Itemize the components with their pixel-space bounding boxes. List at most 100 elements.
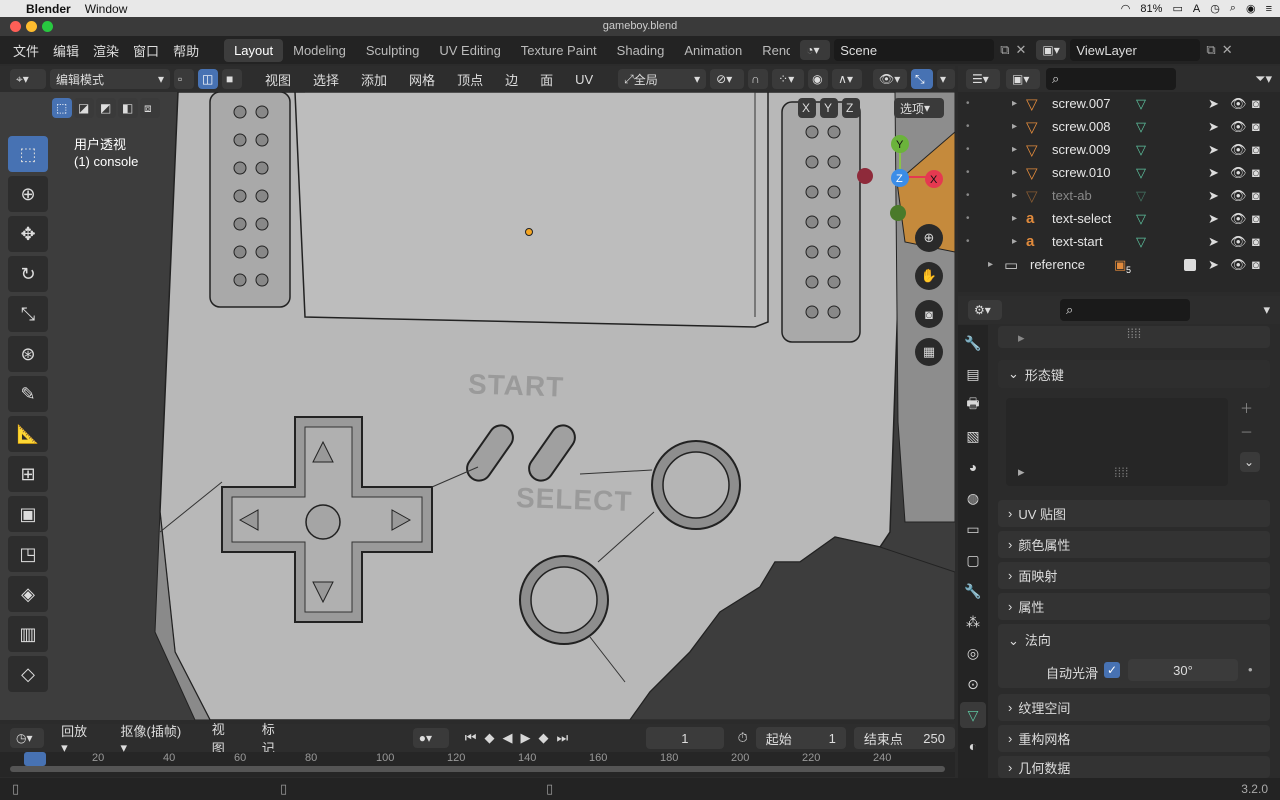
bevel-icon[interactable]: ◈ xyxy=(8,576,48,612)
menu-mesh[interactable]: 网格 xyxy=(400,70,444,89)
clock-icon[interactable]: ◷ xyxy=(1210,2,1220,15)
data-icon[interactable]: ▽ xyxy=(1136,165,1146,181)
eye-icon[interactable]: 👁 xyxy=(1230,257,1247,273)
scene-tab-icon[interactable]: ◕ xyxy=(960,454,986,480)
rotate-icon[interactable]: ↻ xyxy=(8,256,48,292)
tab-layout[interactable]: Layout xyxy=(224,38,284,62)
transform-icon[interactable]: ⊛ xyxy=(8,336,48,372)
minimize-window-button[interactable] xyxy=(26,21,37,32)
remove-shape-key-icon[interactable]: － xyxy=(1240,422,1253,441)
scene-field[interactable]: Scene xyxy=(834,39,995,61)
viewlayer-copy-icon[interactable]: ⧉ xyxy=(1206,42,1215,58)
select-extend-icon[interactable]: ◪ xyxy=(74,98,94,118)
navigation-gizmo[interactable]: Y X Z xyxy=(855,132,945,222)
jump-start-icon[interactable]: ⏮ xyxy=(465,730,477,746)
play-icon[interactable]: ▸ xyxy=(1018,464,1025,480)
close-window-button[interactable] xyxy=(10,21,21,32)
display-mode-icon[interactable]: ▣▾ xyxy=(1006,69,1040,89)
outliner-row[interactable]: • ▸ ▽ screw.010 ▽ ➤ 👁 ◙ xyxy=(958,161,1280,184)
wifi-icon[interactable]: ◠ xyxy=(1121,2,1131,15)
menu-render[interactable]: 渲染 xyxy=(86,41,126,60)
edge-select-icon[interactable]: ◫ xyxy=(198,69,218,89)
menu-vertex[interactable]: 顶点 xyxy=(448,70,492,89)
outliner-row[interactable]: • ▸ a text-select ▽ ➤ 👁 ◙ xyxy=(958,207,1280,230)
outliner-editor-icon[interactable]: ☰▾ xyxy=(966,69,1000,89)
end-frame-field[interactable]: 结束点 250 xyxy=(853,727,955,749)
knife-icon[interactable]: ◇ xyxy=(8,656,48,692)
data-icon[interactable]: ▽ xyxy=(1136,234,1146,250)
select-arrow-icon[interactable]: ➤ xyxy=(1208,142,1219,158)
chevron-down-icon[interactable]: ⌄ xyxy=(1008,633,1019,648)
expand-icon[interactable]: ▸ xyxy=(1012,121,1017,132)
grid-view-icon[interactable]: ▦ xyxy=(915,338,943,366)
menu-uv[interactable]: UV xyxy=(566,72,602,87)
select-box-icon[interactable]: ⬚ xyxy=(8,136,48,172)
vertex-select-icon[interactable]: ▫ xyxy=(174,69,194,89)
playback-menu[interactable]: 回放 ▾ xyxy=(52,721,103,756)
uv-maps-panel[interactable]: › UV 贴图 xyxy=(998,500,1270,527)
normals-title[interactable]: 法向 xyxy=(1025,633,1051,648)
current-frame-field[interactable]: 1 xyxy=(646,727,724,749)
shape-key-menu-icon[interactable]: ⌄ xyxy=(1240,452,1260,472)
keyframe-dot-icon[interactable]: • xyxy=(1248,662,1253,677)
visibility-icon[interactable]: 👁▾ xyxy=(873,69,907,89)
viewlayer-field[interactable]: ViewLayer xyxy=(1070,39,1201,61)
siri-icon[interactable]: ◉ xyxy=(1246,2,1256,15)
expand-icon[interactable]: ▸ xyxy=(1012,213,1017,224)
attributes-panel[interactable]: › 属性 xyxy=(998,593,1270,620)
eye-icon[interactable]: 👁 xyxy=(1230,96,1247,112)
prev-keyframe-icon[interactable]: ◆ xyxy=(484,730,494,746)
scene-close-icon[interactable]: ✕ xyxy=(1016,42,1027,58)
face-maps-panel[interactable]: › 面映射 xyxy=(998,562,1270,589)
material-tab-icon[interactable]: ◐ xyxy=(960,733,986,759)
outliner-search[interactable]: ⌕ xyxy=(1046,68,1176,90)
select-arrow-icon[interactable]: ➤ xyxy=(1208,257,1219,273)
annotate-icon[interactable]: ✎ xyxy=(8,376,48,412)
expand-icon[interactable]: ▸ xyxy=(1012,98,1017,109)
output-tab-icon[interactable]: 🖶 xyxy=(960,392,986,418)
data-icon[interactable]: ▽ xyxy=(1136,96,1146,112)
select-arrow-icon[interactable]: ➤ xyxy=(1208,165,1219,181)
expand-icon[interactable]: ▸ xyxy=(1012,167,1017,178)
eye-icon[interactable]: 👁 xyxy=(1230,142,1247,158)
outliner-item-name[interactable]: screw.009 xyxy=(1052,142,1111,157)
snap-target-icon[interactable]: ⁘▾ xyxy=(772,69,805,89)
filter-icon[interactable]: ⏷▾ xyxy=(1255,71,1272,87)
exclude-checkbox[interactable] xyxy=(1184,258,1196,271)
timeline-editor-icon[interactable]: ◷▾ xyxy=(10,728,45,748)
camera-render-icon[interactable]: ◙ xyxy=(1252,142,1260,157)
window-menu[interactable]: Window xyxy=(85,2,128,16)
data-icon[interactable]: ▽ xyxy=(1136,142,1146,158)
expand-icon[interactable]: ▸ xyxy=(1012,236,1017,247)
properties-options-icon[interactable]: ▾ xyxy=(1263,302,1270,318)
outliner-item-name[interactable]: screw.007 xyxy=(1052,96,1111,111)
keying-menu[interactable]: 抠像(插帧) ▾ xyxy=(111,721,194,756)
zoom-icon[interactable]: ⊕ xyxy=(915,224,943,252)
eye-icon[interactable]: 👁 xyxy=(1230,165,1247,181)
select-intersect-icon[interactable]: ⧈ xyxy=(140,98,160,118)
object-tab-icon[interactable]: ▢ xyxy=(960,547,986,573)
menu-face[interactable]: 面 xyxy=(531,70,562,89)
properties-editor-icon[interactable]: ⚙▾ xyxy=(968,300,1002,320)
record-icon[interactable]: ●▾ xyxy=(412,728,449,748)
pivot-icon[interactable]: ⊘▾ xyxy=(710,69,745,89)
add-shape-key-icon[interactable]: ＋ xyxy=(1240,398,1253,417)
menu-edge[interactable]: 边 xyxy=(496,70,527,89)
menu-view[interactable]: 视图 xyxy=(256,70,300,89)
camera-render-icon[interactable]: ◙ xyxy=(1252,211,1260,226)
face-select-icon[interactable]: ■ xyxy=(222,69,242,89)
data-icon[interactable]: ▽ xyxy=(1136,188,1146,204)
outliner-item-name[interactable]: screw.008 xyxy=(1052,119,1111,134)
inset-icon[interactable]: ◳ xyxy=(8,536,48,572)
eye-icon[interactable]: 👁 xyxy=(1230,234,1247,250)
outliner-row[interactable]: • ▸ ▽ screw.008 ▽ ➤ 👁 ◙ xyxy=(958,115,1280,138)
outliner-row[interactable]: • ▸ ▽ screw.007 ▽ ➤ 👁 ◙ xyxy=(958,92,1280,115)
tool-tab-icon[interactable]: 🔧 xyxy=(960,330,986,356)
data-tab-icon[interactable]: ▽ xyxy=(960,702,986,728)
select-subtract-icon[interactable]: ◩ xyxy=(96,98,116,118)
snap-icon[interactable]: ∩ xyxy=(748,69,769,89)
scene-copy-icon[interactable]: ⧉ xyxy=(1000,42,1009,58)
scale-icon[interactable]: ⤡ xyxy=(8,296,48,332)
expand-icon[interactable]: ▸ xyxy=(988,259,993,270)
camera-render-icon[interactable]: ◙ xyxy=(1252,257,1260,272)
